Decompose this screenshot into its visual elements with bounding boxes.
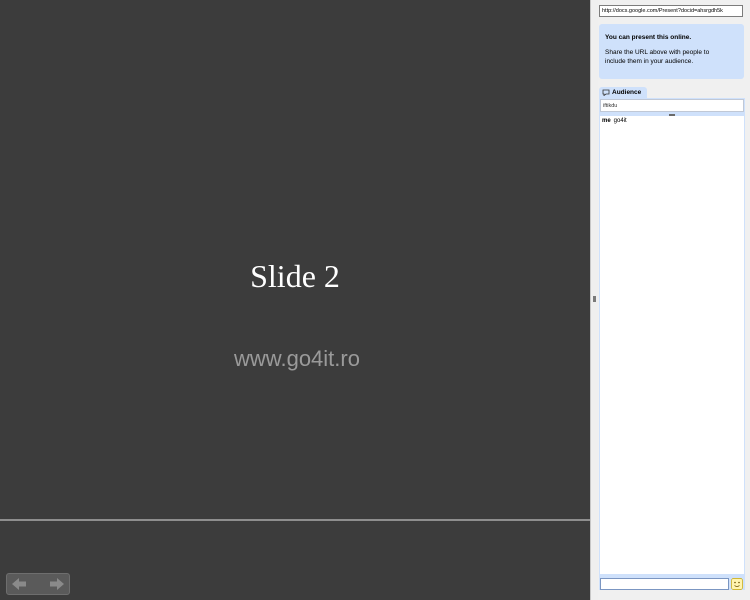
resize-grip [593,296,596,302]
audience-member-value: go4it [613,118,627,124]
present-online-info: You can present this online. Share the U… [599,24,744,79]
audience-panel: iftikdu me go4it [599,98,745,590]
arrow-right-icon[interactable] [49,577,65,591]
slide-navigation [6,573,70,595]
audience-field[interactable]: iftikdu [600,99,744,112]
slide-title: Slide 2 [250,258,340,294]
filmstrip-divider [0,519,590,521]
info-title: You can present this online. [605,34,692,41]
chat-input[interactable] [600,578,729,590]
slide-subtitle: www.go4it.ro [234,346,360,371]
audience-member-name: me [602,118,611,124]
sidebar: http://docs.google.com/Present?docid=ahs… [598,0,750,600]
chat-bubble-icon [602,89,610,96]
slide-stage: Slide 2 www.go4it.ro [0,0,590,600]
share-url-field[interactable]: http://docs.google.com/Present?docid=ahs… [599,5,743,17]
tab-audience[interactable]: Audience [599,87,647,98]
tab-audience-label: Audience [612,89,642,96]
list-item: me go4it [602,118,742,124]
arrow-left-icon[interactable] [11,577,27,591]
audience-list: me go4it [600,116,744,574]
info-body: Share the URL above with people to inclu… [605,49,710,65]
emoji-smiley-icon[interactable] [731,577,743,590]
sidebar-resize-handle[interactable] [590,0,598,600]
